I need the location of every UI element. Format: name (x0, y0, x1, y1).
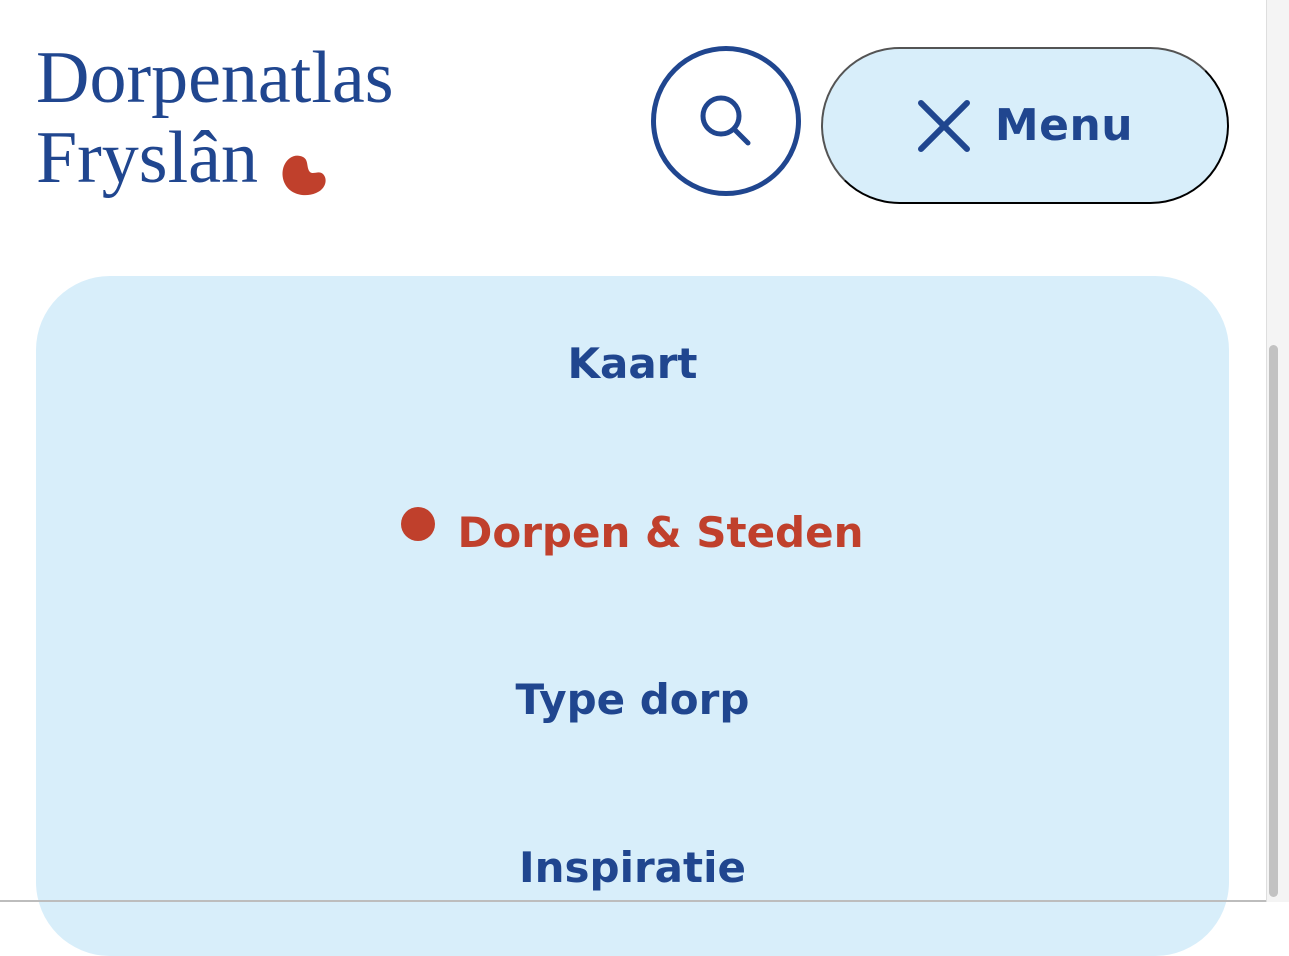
nav-item-label: Type dorp (515, 675, 750, 724)
nav-item-label: Kaart (567, 339, 698, 388)
nav-item-type-dorp[interactable]: Type dorp (36, 675, 1229, 725)
nav-item-inspiratie[interactable]: Inspiratie (36, 843, 1229, 893)
close-icon (917, 99, 970, 152)
nav-item-kaart[interactable]: Kaart (36, 339, 1229, 389)
logo-title-line2: Fryslân (36, 117, 258, 199)
nav-item-dorpen-steden[interactable]: Dorpen & Steden (36, 507, 1229, 558)
main-navigation-panel: Kaart Dorpen & Steden Type dorp Inspirat… (36, 276, 1229, 956)
site-logo-link[interactable]: Dorpenatlas Fryslân (36, 38, 394, 198)
search-button[interactable] (651, 46, 801, 196)
scrollbar-thumb[interactable] (1269, 345, 1278, 897)
menu-toggle-button[interactable]: Menu (821, 47, 1229, 204)
active-indicator-dot (401, 507, 436, 541)
nav-item-label: Inspiratie (518, 843, 746, 892)
logo-mark-icon (282, 155, 326, 196)
nav-item-label: Dorpen & Steden (457, 508, 864, 557)
search-icon (700, 95, 751, 146)
logo-title-line1: Dorpenatlas (36, 37, 394, 119)
menu-label: Menu (994, 100, 1134, 151)
